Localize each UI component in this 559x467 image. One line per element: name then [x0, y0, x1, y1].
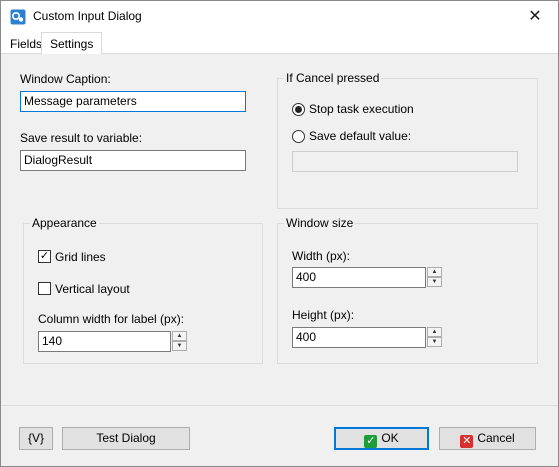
spin-up-icon[interactable]: ▲	[172, 331, 187, 341]
width-input[interactable]: 400	[292, 267, 426, 288]
title-bar: Custom Input Dialog ✕	[1, 1, 558, 32]
column-width-input[interactable]: 140	[38, 331, 171, 352]
window-size-title: Window size	[284, 216, 356, 230]
app-icon	[10, 9, 26, 25]
tab-settings[interactable]: Settings	[41, 32, 103, 55]
window-title: Custom Input Dialog	[33, 9, 142, 23]
checkmark-icon: ✓	[39, 250, 50, 262]
save-default-label[interactable]: Save default value:	[309, 129, 411, 143]
footer-bar: {V} Test Dialog ✓ OK ✕ Cancel	[1, 405, 558, 466]
vertical-layout-checkbox[interactable]	[38, 282, 51, 295]
close-icon: ✕	[528, 8, 542, 25]
column-width-spin-buttons: ▲ ▼	[172, 331, 187, 352]
grid-lines-label[interactable]: Grid lines	[55, 250, 106, 264]
default-value-input[interactable]	[292, 151, 518, 172]
save-result-input[interactable]: DialogResult	[20, 150, 246, 171]
spin-up-icon[interactable]: ▲	[427, 327, 442, 337]
ok-icon: ✓	[364, 435, 378, 448]
vertical-layout-label[interactable]: Vertical layout	[55, 282, 130, 296]
window-caption-input[interactable]: Message parameters	[20, 91, 246, 112]
variables-button[interactable]: {V}	[19, 427, 53, 450]
tab-strip: Fields Settings	[1, 32, 558, 55]
width-spin-buttons: ▲ ▼	[427, 267, 442, 288]
save-default-radio[interactable]	[292, 130, 305, 143]
window-caption-label: Window Caption:	[20, 72, 111, 86]
close-button[interactable]: ✕	[512, 1, 558, 32]
spin-down-icon[interactable]: ▼	[427, 277, 442, 287]
window-size-group: Window size Width (px): 400 ▲ ▼ Height (…	[277, 216, 538, 364]
height-label: Height (px):	[292, 308, 355, 322]
settings-panel: Window Caption: Message parameters Save …	[4, 54, 555, 405]
height-spin-buttons: ▲ ▼	[427, 327, 442, 348]
radio-selected-dot	[295, 106, 302, 113]
cancel-icon: ✕	[460, 435, 474, 448]
spin-down-icon[interactable]: ▼	[427, 337, 442, 347]
ok-label: OK	[381, 431, 399, 445]
cancel-button[interactable]: ✕ Cancel	[439, 427, 536, 450]
test-dialog-button[interactable]: Test Dialog	[62, 427, 190, 450]
height-input[interactable]: 400	[292, 327, 426, 348]
column-width-label: Column width for label (px):	[38, 312, 185, 326]
dialog-window: Custom Input Dialog ✕ Fields Settings Wi…	[0, 0, 559, 467]
width-label: Width (px):	[292, 249, 351, 263]
grid-lines-checkbox[interactable]: ✓	[38, 250, 51, 263]
if-cancel-title: If Cancel pressed	[284, 71, 382, 85]
stop-task-label[interactable]: Stop task execution	[309, 102, 414, 116]
spin-up-icon[interactable]: ▲	[427, 267, 442, 277]
ok-button[interactable]: ✓ OK	[334, 427, 429, 450]
spin-down-icon[interactable]: ▼	[172, 341, 187, 351]
appearance-group: Appearance ✓ Grid lines Vertical layout …	[23, 216, 263, 364]
stop-task-radio[interactable]	[292, 103, 305, 116]
cancel-label: Cancel	[477, 431, 515, 445]
appearance-title: Appearance	[30, 216, 99, 230]
save-result-label: Save result to variable:	[20, 131, 143, 145]
if-cancel-group: If Cancel pressed Stop task execution Sa…	[277, 71, 538, 209]
